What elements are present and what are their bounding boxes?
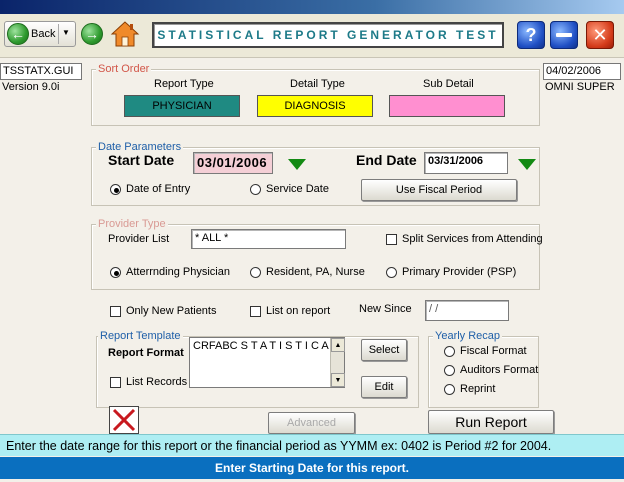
start-date-label: Start Date: [108, 152, 175, 168]
split-services-label: Split Services from Attending: [402, 233, 543, 245]
reprint-label: Reprint: [460, 383, 496, 395]
minimize-icon: [556, 33, 572, 37]
provider-list-label: Provider List: [108, 233, 170, 245]
back-history-dropdown-icon[interactable]: ▼: [62, 28, 70, 37]
current-date: 04/02/2006: [543, 63, 621, 80]
date-of-entry-label: Date of Entry: [126, 183, 191, 195]
window-titlebar: [0, 0, 624, 14]
report-template-legend: Report Template: [98, 330, 183, 342]
user-name: OMNI SUPER: [545, 81, 615, 93]
end-date-input[interactable]: 03/31/2006: [424, 152, 508, 174]
start-date-input[interactable]: 03/01/2006: [193, 152, 273, 174]
help-icon: ?: [525, 24, 537, 45]
provider-type-legend: Provider Type: [96, 218, 168, 230]
scroll-up-icon[interactable]: ▲: [331, 338, 345, 352]
cancel-button[interactable]: [109, 406, 139, 434]
scroll-down-icon[interactable]: ▼: [331, 373, 345, 387]
report-format-scrollbar[interactable]: ▲ ▼: [330, 338, 345, 387]
back-split-divider: [58, 24, 59, 44]
auditors-format-radio[interactable]: [444, 365, 455, 376]
home-button[interactable]: [110, 19, 140, 49]
sort-order-legend: Sort Order: [96, 63, 152, 75]
only-new-patients-checkbox[interactable]: [110, 306, 121, 317]
split-services-checkbox[interactable]: [386, 234, 397, 245]
detail-type-label: Detail Type: [290, 78, 345, 90]
service-date-label: Service Date: [266, 183, 329, 195]
list-records-label: List Records: [126, 376, 188, 388]
help-hint-bar: Enter the date range for this report or …: [0, 434, 624, 456]
status-bar: Enter Starting Date for this report.: [0, 457, 624, 479]
report-type-field[interactable]: PHYSICIAN: [124, 95, 240, 117]
end-date-dropdown-icon: [518, 158, 536, 170]
forward-arrow-icon: →: [85, 26, 99, 42]
use-fiscal-period-button[interactable]: Use Fiscal Period: [361, 179, 517, 201]
sub-detail-field[interactable]: [389, 95, 505, 117]
attending-physician-label: Atterrnding Physician: [126, 266, 230, 278]
list-on-report-checkbox[interactable]: [250, 306, 261, 317]
new-since-input[interactable]: / /: [425, 300, 509, 321]
auditors-format-label: Auditors Format: [460, 364, 539, 376]
start-date-dropdown-icon: [288, 158, 306, 170]
forward-button[interactable]: →: [81, 23, 103, 45]
close-button[interactable]: ✕: [586, 21, 614, 49]
sub-detail-label: Sub Detail: [423, 78, 474, 90]
cancel-x-icon: [112, 408, 136, 432]
help-button[interactable]: ?: [517, 21, 545, 49]
minimize-button[interactable]: [550, 21, 578, 49]
select-button[interactable]: Select: [361, 339, 407, 361]
home-icon: [110, 21, 140, 47]
edit-button[interactable]: Edit: [361, 376, 407, 398]
advanced-button[interactable]: Advanced: [268, 412, 355, 434]
program-name: TSSTATX.GUI: [0, 63, 82, 80]
list-records-checkbox[interactable]: [110, 377, 121, 388]
resident-pa-nurse-label: Resident, PA, Nurse: [266, 266, 365, 278]
only-new-patients-label: Only New Patients: [126, 305, 217, 317]
primary-provider-radio[interactable]: [386, 267, 397, 278]
close-icon: ✕: [592, 24, 608, 45]
list-on-report-label: List on report: [266, 305, 331, 317]
back-label: Back: [31, 28, 56, 40]
primary-provider-label: Primary Provider (PSP): [402, 266, 517, 278]
fiscal-format-radio[interactable]: [444, 346, 455, 357]
resident-pa-nurse-radio[interactable]: [250, 267, 261, 278]
end-date-dropdown[interactable]: [516, 155, 538, 173]
app-title: STATISTICAL REPORT GENERATOR TEST: [152, 22, 504, 48]
service-date-radio[interactable]: [250, 184, 261, 195]
report-format-label: Report Format: [108, 347, 184, 359]
version-text: Version 9.0i: [2, 81, 60, 93]
new-since-label: New Since: [359, 303, 412, 315]
yearly-recap-legend: Yearly Recap: [433, 330, 503, 342]
detail-type-field[interactable]: DIAGNOSIS: [257, 95, 373, 117]
report-type-label: Report Type: [154, 78, 214, 90]
end-date-label: End Date: [356, 152, 417, 168]
provider-list-input[interactable]: * ALL *: [191, 229, 346, 249]
reprint-radio[interactable]: [444, 384, 455, 395]
report-format-value: CRFABC S T A T I S T I C A L: [193, 340, 338, 352]
report-format-field[interactable]: CRFABC S T A T I S T I C A L: [189, 337, 345, 388]
start-date-dropdown[interactable]: [286, 155, 308, 173]
date-of-entry-radio[interactable]: [110, 184, 121, 195]
run-report-button[interactable]: Run Report: [428, 410, 554, 434]
back-arrow-icon: ←: [7, 23, 29, 45]
fiscal-format-label: Fiscal Format: [460, 345, 527, 357]
attending-physician-radio[interactable]: [110, 267, 121, 278]
